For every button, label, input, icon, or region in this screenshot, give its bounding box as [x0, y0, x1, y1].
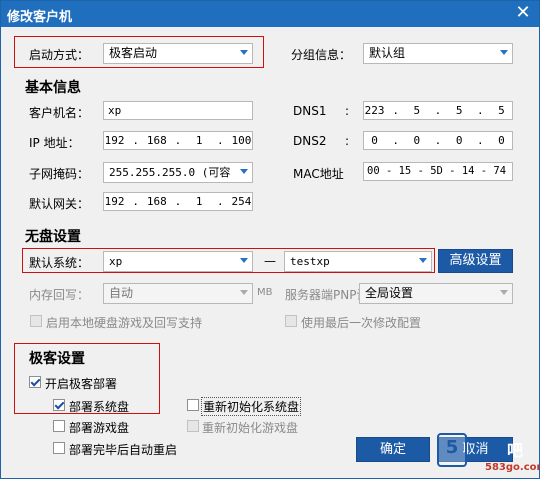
gateway-octet: 192 [104, 195, 125, 208]
auto-restart-label: 部署完毕后自动重启 [69, 443, 178, 457]
enable-geek-label: 开启极客部署 [45, 377, 118, 391]
ip-octet: 192 [104, 134, 125, 147]
reinit-game-label: 重新初始化游戏盘 [202, 421, 299, 435]
boot-mode-value: 极客启动 [109, 46, 158, 60]
deploy-game-label: 部署游戏盘 [69, 421, 130, 435]
chevron-down-icon [500, 50, 508, 55]
window-title: 修改客户机 [7, 10, 73, 25]
subnet-mask-value: 255.255.255.0 (可容 [109, 166, 231, 179]
watermark-text: 吧 [507, 441, 524, 460]
enable-geek-checkbox[interactable] [29, 376, 41, 388]
second-system-value: testxp [290, 255, 330, 268]
chevron-down-icon [240, 290, 248, 295]
dns1-input[interactable]: 223. 5. 5. 5 [363, 101, 513, 120]
reinit-game-checkbox[interactable] [187, 420, 199, 432]
dialog-window: 修改客户机 ✕ 启动方式： 极客启动 分组信息： 默认组 基本信息 客户机名： … [0, 0, 540, 479]
dns2-input[interactable]: 0.0.0.0 [363, 131, 513, 150]
default-system-label: 默认系统： [29, 256, 90, 270]
watermark-logo-icon: 5 [437, 433, 467, 467]
second-system-select[interactable]: testxp [284, 251, 432, 272]
dns1-octet: 5 [413, 104, 421, 117]
boot-label: 启动方式： [29, 48, 90, 62]
diskless-heading: 无盘设置 [25, 229, 81, 245]
dns1-octet: 223 [364, 104, 385, 117]
deploy-system-label: 部署系统盘 [69, 400, 130, 414]
default-system-value: xp [109, 255, 123, 268]
ip-octet: 168 [146, 134, 167, 147]
pnp-select[interactable]: 全局设置 [359, 283, 513, 304]
chevron-down-icon [240, 258, 248, 263]
watermark-url: 583go.com [485, 462, 540, 473]
close-icon[interactable]: ✕ [513, 3, 533, 23]
gateway-octet: 168 [146, 195, 167, 208]
group-label: 分组信息： [291, 48, 352, 62]
mac-label: MAC地址 [293, 167, 344, 181]
chevron-down-icon [240, 50, 248, 55]
group-value: 默认组 [369, 46, 406, 60]
local-disk-checkbox[interactable] [30, 315, 42, 327]
reinit-system-label: 重新初始化系统盘 [201, 397, 302, 416]
geek-settings-heading: 极客设置 [29, 351, 85, 367]
basic-info-heading: 基本信息 [25, 80, 81, 96]
dns2-label: DNS2 [293, 134, 327, 148]
dns1-label: DNS1 [293, 104, 327, 118]
last-config-checkbox[interactable] [285, 315, 297, 327]
writeback-select[interactable]: 自动 [103, 283, 253, 304]
ip-octet: 100 [231, 134, 252, 147]
deploy-game-checkbox[interactable] [53, 420, 65, 432]
reinit-system-checkbox[interactable] [187, 399, 199, 411]
chevron-down-icon [500, 290, 508, 295]
dns2-octet: 0 [371, 134, 378, 147]
dns1-octet: 5 [455, 104, 463, 117]
hostname-label: 客户机名： [29, 106, 90, 120]
mb-unit: MB [257, 287, 273, 298]
ip-octet: 1 [195, 134, 203, 147]
gateway-label: 默认网关： [29, 197, 90, 211]
chevron-down-icon [240, 169, 248, 174]
pnp-value: 全局设置 [365, 286, 414, 300]
dns2-octet: 0 [498, 134, 505, 147]
boot-mode-select[interactable]: 极客启动 [103, 43, 253, 64]
dns2-octet: 0 [413, 134, 421, 147]
writeback-label: 内存回写： [29, 288, 90, 302]
gateway-input[interactable]: 192. 168. 1. 254 [103, 192, 253, 211]
subnet-mask-select[interactable]: 255.255.255.0 (可容 [103, 162, 253, 183]
default-system-select[interactable]: xp [103, 251, 253, 272]
group-select[interactable]: 默认组 [363, 43, 513, 64]
last-config-label: 使用最后一次修改配置 [301, 316, 422, 330]
advanced-settings-button[interactable]: 高级设置 [438, 249, 513, 273]
system-dash: — [264, 254, 276, 268]
dns1-colon: : [345, 104, 350, 118]
auto-restart-checkbox[interactable] [53, 442, 65, 454]
ok-button[interactable]: 确定 [356, 437, 430, 462]
mask-label: 子网掩码： [29, 167, 90, 181]
chevron-down-icon [419, 258, 427, 263]
dns2-colon: : [345, 134, 350, 148]
mac-input[interactable]: 00 - 15 - 5D - 14 - 74 - 06 [363, 162, 513, 181]
local-disk-label: 启用本地硬盘游戏及回写支持 [46, 316, 203, 330]
ip-label: IP 地址： [29, 136, 80, 150]
dns1-octet: 5 [498, 104, 505, 117]
title-bar[interactable]: 修改客户机 ✕ [1, 1, 539, 27]
deploy-system-checkbox[interactable] [53, 399, 65, 411]
writeback-value: 自动 [109, 286, 134, 300]
ip-input[interactable]: 192. 168. 1. 100 [103, 131, 253, 150]
gateway-octet: 1 [195, 195, 203, 208]
gateway-octet: 254 [231, 195, 252, 208]
hostname-input[interactable]: xp [103, 101, 253, 120]
dns2-octet: 0 [455, 134, 463, 147]
